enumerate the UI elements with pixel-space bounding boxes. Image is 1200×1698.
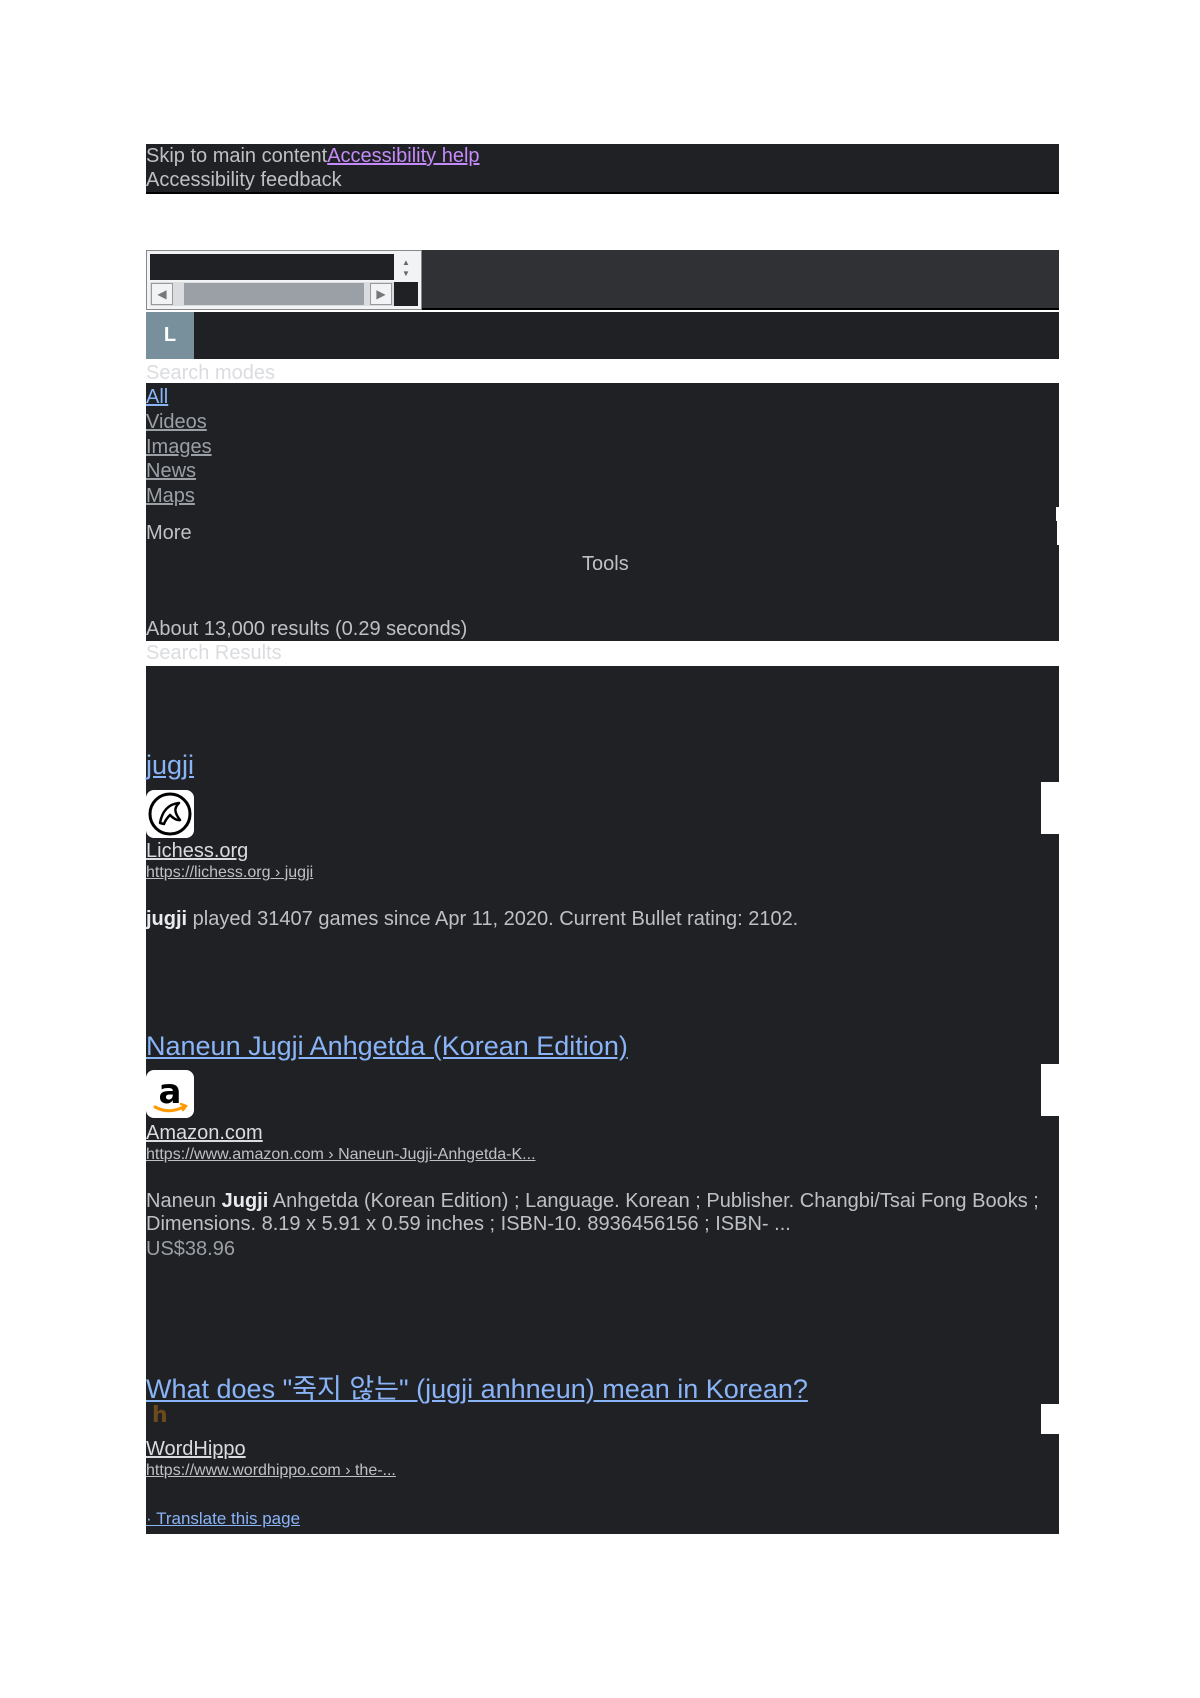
snippet-text: Anhgetda (Korean Edition) ; Language. Ko… [146,1190,1039,1235]
result-title-link[interactable]: Naneun Jugji Anhgetda (Korean Edition) [146,1031,628,1062]
tab-images[interactable]: Images [146,435,212,459]
result-site-name[interactable]: Amazon.com [146,1122,263,1145]
scroll-down-icon[interactable]: ▼ [402,270,410,278]
search-results: jugji Lichess.org https://lichess.org › … [146,666,1059,1534]
vertical-scrollbar[interactable]: ▲ ▼ [394,254,418,280]
avatar[interactable]: L [146,312,194,359]
result-url[interactable]: https://www.wordhippo.com › the-... [146,1462,396,1480]
search-textarea[interactable]: ▲ ▼ ◀ ▶ [146,250,422,310]
tools-button[interactable]: Tools [582,553,629,576]
horizontal-scrollbar[interactable]: ◀ ▶ [150,282,394,306]
tab-news[interactable]: News [146,459,196,483]
search-modes-heading: Search modes [146,362,275,384]
scrollbar-corner [394,282,418,306]
edge-divider [1057,507,1059,545]
tab-maps[interactable]: Maps [146,484,195,508]
scroll-left-icon[interactable]: ◀ [151,283,173,305]
scroll-right-icon[interactable]: ▶ [370,283,392,305]
result-site-name[interactable]: WordHippo [146,1438,246,1461]
translate-link[interactable]: · Translate this page [146,1509,300,1529]
snippet-text: played 31407 games since Apr 11, 2020. C… [187,908,799,930]
scrollbar-thumb[interactable] [184,283,364,305]
result-site-name[interactable]: Lichess.org [146,840,248,863]
result-edge [1041,1064,1059,1116]
search-modes-nav: All Videos Images News Maps More Tools A… [146,383,1059,641]
amazon-logo-icon: a [146,1070,194,1118]
result-stats: About 13,000 results (0.29 seconds) [146,618,468,640]
search-results-heading: Search Results [146,642,282,664]
snippet-text: Naneun [146,1190,222,1212]
result-title-link[interactable]: jugji [146,750,194,781]
result-price: US$38.96 [146,1238,235,1260]
result-url[interactable]: https://lichess.org › jugji [146,864,313,882]
account-bar: L [146,312,1059,359]
result-url[interactable]: https://www.amazon.com › Naneun-Jugji-An… [146,1146,536,1164]
skip-links-bar: Skip to main contentAccessibility help A… [146,144,1059,194]
accessibility-feedback-link[interactable]: Accessibility feedback [146,168,1059,192]
snippet-keyword: Jugji [221,1190,269,1212]
accessibility-help-link[interactable]: Accessibility help [327,145,479,167]
result-snippet: jugji played 31407 games since Apr 11, 2… [146,908,1046,931]
tab-all[interactable]: All [146,385,168,409]
result-title-link[interactable]: What does "죽지 않는" (jugji anhneun) mean i… [146,1367,808,1406]
result-snippet: Naneun Jugji Anhgetda (Korean Edition) ;… [146,1190,1046,1236]
result-edge [1041,1404,1059,1434]
lichess-knight-icon [146,790,194,838]
more-button[interactable]: More [146,522,192,545]
search-input[interactable] [150,254,394,280]
search-header: ▲ ▼ ◀ ▶ [146,250,1059,310]
snippet-keyword: jugji [146,908,188,930]
skip-to-main-link[interactable]: Skip to main content [146,145,327,167]
wordhippo-icon: h [148,1402,168,1428]
svg-text:a: a [159,1072,182,1112]
tab-videos[interactable]: Videos [146,410,207,434]
svg-text:h: h [152,1403,168,1426]
result-edge [1041,782,1059,834]
scroll-up-icon[interactable]: ▲ [402,259,410,267]
